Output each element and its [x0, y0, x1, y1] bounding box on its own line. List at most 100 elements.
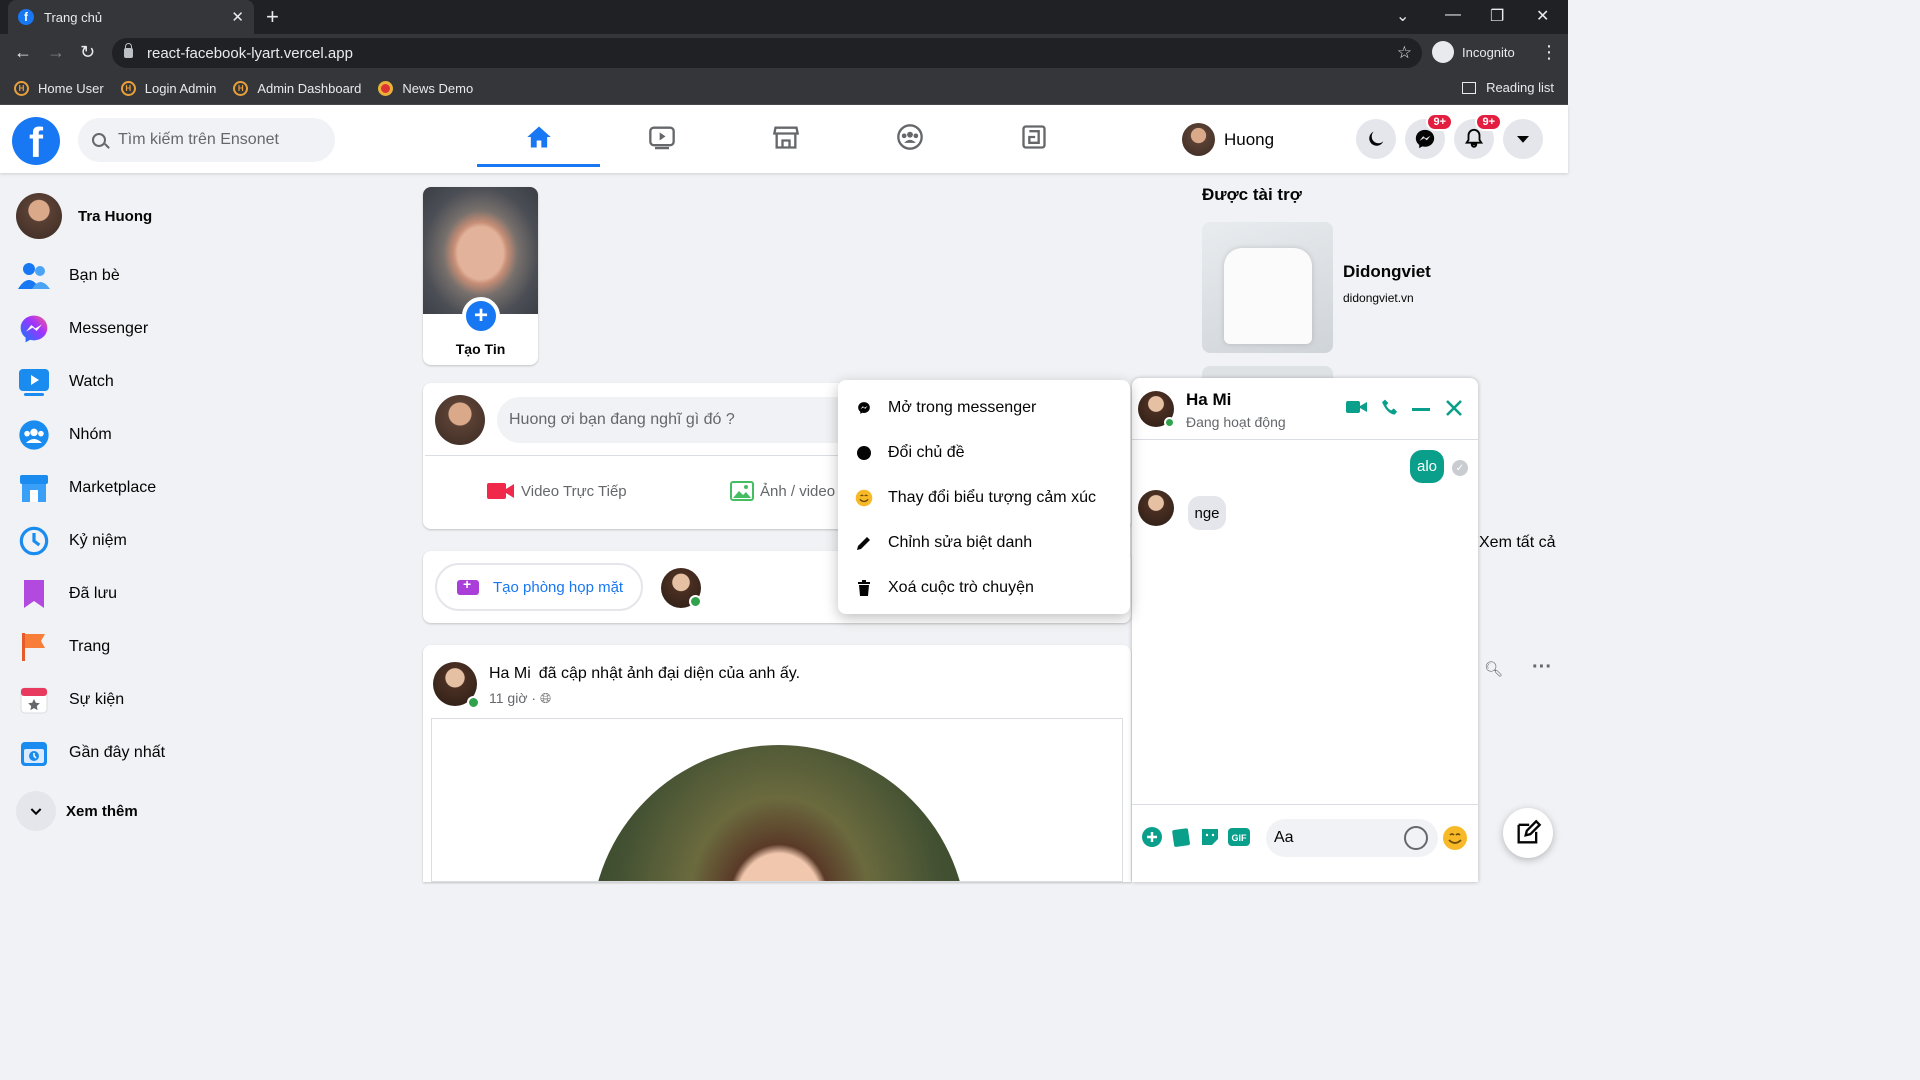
menu-item-change-emoji[interactable]: Thay đổi biểu tượng cảm xúc	[854, 478, 1096, 518]
nav-tab-groups[interactable]	[848, 109, 971, 165]
bookmark-star-icon[interactable]: ☆	[1397, 43, 1412, 63]
close-chat-icon[interactable]	[1444, 398, 1464, 423]
facebook-logo-icon[interactable]: f	[12, 117, 60, 165]
browser-menu-icon[interactable]: ⋮	[1540, 42, 1558, 63]
video-call-icon[interactable]	[1346, 398, 1368, 421]
reading-list[interactable]: Reading list	[1462, 80, 1554, 95]
reload-icon[interactable]: ↻	[80, 42, 95, 63]
sidebar-item-pages[interactable]: Trang	[16, 622, 110, 672]
contacts-search-icon[interactable]: 🔍︎	[1484, 660, 1503, 678]
dark-mode-button[interactable]	[1356, 119, 1396, 159]
tab-search-icon[interactable]: ⌄	[1396, 6, 1409, 26]
incognito-indicator[interactable]: Incognito	[1432, 41, 1515, 63]
sidebar-item-marketplace[interactable]: Marketplace	[16, 463, 156, 513]
chat-input-box[interactable]	[1266, 819, 1438, 857]
create-room-button[interactable]: Tạo phòng họp mặt	[435, 563, 643, 611]
groups-icon	[896, 124, 923, 150]
gif-icon[interactable]: GIF	[1228, 827, 1250, 852]
see-all-link[interactable]: Xem tất cả	[1479, 534, 1555, 552]
omnibox[interactable]: react-facebook-lyart.vercel.app ☆	[112, 38, 1422, 68]
plus-circle-icon[interactable]	[1142, 827, 1162, 852]
ad-image[interactable]	[1202, 222, 1333, 353]
sidebar-item-memories[interactable]: Kỷ niệm	[16, 516, 127, 566]
live-video-button[interactable]: Video Trực Tiếp	[487, 481, 627, 501]
sidebar-item-recent[interactable]: Gần đây nhất	[16, 728, 165, 778]
online-indicator	[689, 595, 702, 608]
message-bubble-sent[interactable]: alo	[1410, 450, 1444, 483]
menu-item-label: Xoá cuộc trò chuyện	[888, 579, 1034, 596]
bookmark-item[interactable]: H Admin Dashboard	[233, 80, 362, 96]
profile-shortcut[interactable]: Huong	[1182, 123, 1274, 156]
bookmark-label: Login Admin	[144, 80, 217, 96]
account-menu-button[interactable]	[1503, 119, 1543, 159]
more-options-icon[interactable]: ···	[1532, 656, 1552, 679]
bookmark-item[interactable]: H Login Admin	[120, 80, 217, 96]
bookmark-label: News Demo	[402, 80, 474, 96]
video-icon	[648, 126, 675, 150]
messenger-button[interactable]: 9+	[1405, 113, 1453, 159]
nav-tab-watch[interactable]	[600, 109, 723, 165]
phone-icon[interactable]	[1380, 398, 1400, 423]
ad-site[interactable]: didongviet.vn	[1343, 291, 1414, 305]
image-icon[interactable]	[1172, 827, 1192, 852]
sticker-icon[interactable]	[1200, 827, 1220, 852]
emoji-icon	[854, 489, 874, 507]
sidebar-item-friends[interactable]: Bạn bè	[16, 251, 120, 301]
message-bubble-received[interactable]: nge	[1188, 496, 1226, 530]
tab-close-icon[interactable]: ✕	[231, 8, 244, 26]
bookmark-item[interactable]: H Home User	[14, 80, 104, 96]
sidebar-item-label: Gần đây nhất	[69, 744, 166, 761]
nav-tab-marketplace[interactable]	[724, 109, 847, 165]
back-icon[interactable]: ←	[14, 42, 32, 63]
post-author-name[interactable]: Ha Mi	[489, 665, 531, 682]
minimize-chat-icon[interactable]	[1412, 408, 1430, 411]
post-time[interactable]: 11 giờ ·	[489, 690, 536, 706]
menu-item-change-theme[interactable]: Đổi chủ đề	[854, 433, 965, 473]
chat-header[interactable]: Ha Mi Đang hoạt động	[1132, 378, 1478, 440]
ad-name[interactable]: Didongviet	[1343, 262, 1431, 282]
avatar	[16, 193, 62, 239]
sidebar-item-groups[interactable]: Nhóm	[16, 410, 112, 460]
create-story-card[interactable]: + Tạo Tin	[423, 187, 538, 365]
photo-video-button[interactable]: Ảnh / video	[730, 481, 835, 501]
browser-tab-bar: f Trang chủ ✕ + ⌄ — ❐ ✕	[0, 0, 1568, 34]
add-story-plus-icon[interactable]: +	[462, 297, 500, 335]
sponsored-heading: Được tài trợ	[1202, 185, 1302, 204]
chat-message-input[interactable]	[1274, 829, 1394, 847]
search-box[interactable]	[78, 118, 335, 162]
browser-tab[interactable]: f Trang chủ ✕	[8, 0, 254, 34]
menu-item-delete-conversation[interactable]: Xoá cuộc trò chuyện	[854, 568, 1034, 608]
nav-tab-home[interactable]	[477, 109, 600, 167]
maximize-icon[interactable]: ❐	[1490, 6, 1504, 26]
chat-contact-name[interactable]: Ha Mi	[1186, 390, 1231, 410]
bookmarks-bar: H Home User H Login Admin H Admin Dashbo…	[0, 72, 1568, 105]
sidebar-item-saved[interactable]: Đã lưu	[16, 569, 117, 619]
menu-item-edit-nickname[interactable]: Chỉnh sửa biệt danh	[854, 523, 1032, 563]
sidebar-item-profile[interactable]: Tra Huong	[16, 191, 152, 241]
minimize-icon[interactable]: —	[1445, 6, 1461, 24]
globe-icon: 🌐︎	[539, 690, 552, 706]
nav-tab-gaming[interactable]	[972, 109, 1095, 165]
sidebar-item-events[interactable]: Sự kiện	[16, 675, 124, 725]
store-icon	[772, 126, 799, 149]
menu-item-label: Mở trong messenger	[888, 399, 1037, 416]
lock-icon[interactable]	[124, 43, 133, 58]
close-window-icon[interactable]: ✕	[1536, 6, 1549, 26]
emoji-picker-icon[interactable]	[1404, 826, 1428, 850]
video-plus-icon	[457, 576, 479, 595]
search-input[interactable]	[118, 131, 328, 149]
bookmark-item[interactable]: News Demo	[378, 80, 474, 96]
notifications-button[interactable]: 9+	[1454, 113, 1502, 159]
new-tab-icon[interactable]: +	[266, 6, 279, 28]
emoji-reaction-icon[interactable]	[1442, 825, 1468, 856]
bookmark-label: Admin Dashboard	[257, 80, 362, 96]
sidebar-item-watch[interactable]: Watch	[16, 357, 114, 407]
forward-icon[interactable]: →	[47, 42, 65, 63]
sidebar-item-label: Kỷ niệm	[69, 532, 127, 549]
see-more-button[interactable]: Xem thêm	[16, 786, 138, 836]
ad-image-2[interactable]	[1202, 366, 1333, 378]
sidebar-item-messenger[interactable]: Messenger	[16, 304, 148, 354]
post-image-frame[interactable]	[431, 718, 1123, 882]
new-message-button[interactable]	[1503, 808, 1553, 858]
menu-item-open-messenger[interactable]: Mở trong messenger	[854, 388, 1036, 428]
